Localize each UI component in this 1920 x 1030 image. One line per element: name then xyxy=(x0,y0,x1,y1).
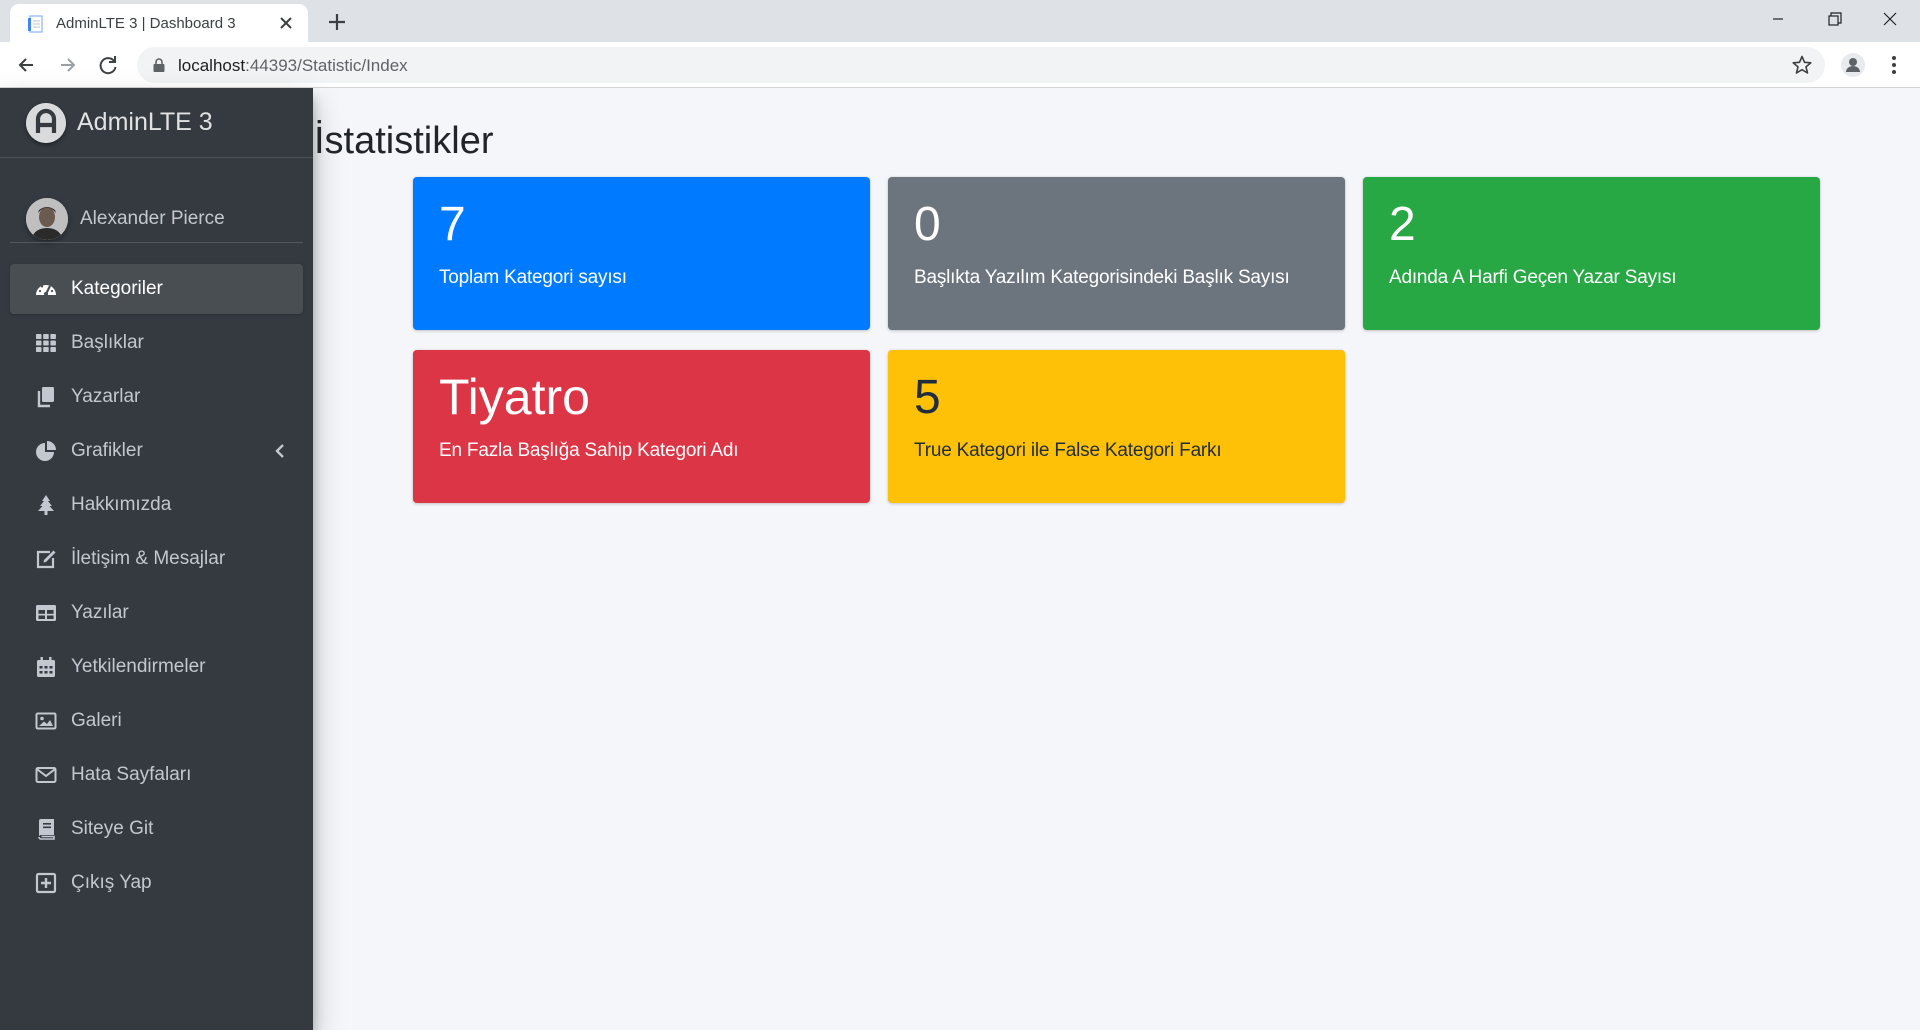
sidebar-item-label: İletişim & Mesajlar xyxy=(71,548,226,569)
sidebar-item-label: Grafikler xyxy=(71,440,143,461)
stat-value: 5 xyxy=(914,371,941,424)
chart-pie-icon xyxy=(36,441,56,461)
stat-card-software-headings: 0 Başlıkta Yazılım Kategorisindeki Başlı… xyxy=(888,177,1345,330)
plus-square-icon xyxy=(35,872,57,894)
browser-tab[interactable]: AdminLTE 3 | Dashboard 3 xyxy=(10,4,308,42)
more-vertical-icon[interactable] xyxy=(1880,51,1908,79)
stat-value: 7 xyxy=(439,198,466,251)
address-bar[interactable]: localhost:44393/Statistic/Index xyxy=(137,47,1825,83)
stat-label: Toplam Kategori sayısı xyxy=(439,267,627,288)
back-arrow-icon[interactable] xyxy=(11,50,41,80)
image-icon xyxy=(35,712,57,730)
envelope-icon xyxy=(35,767,57,783)
copy-icon xyxy=(37,387,54,408)
stat-card-top-category: Tiyatro En Fazla Başlığa Sahip Kategori … xyxy=(413,350,870,503)
sidebar-item-label: Galeri xyxy=(71,710,122,731)
user-avatar[interactable] xyxy=(26,198,68,240)
table-icon xyxy=(36,605,56,621)
sidebar-item-galeri[interactable]: Galeri xyxy=(10,696,303,746)
sidebar-item-label: Siteye Git xyxy=(71,818,154,839)
sidebar-item-label: Başlıklar xyxy=(71,332,144,353)
close-tab-icon[interactable] xyxy=(276,13,296,33)
page-favicon-icon xyxy=(28,15,43,33)
tab-title: AdminLTE 3 | Dashboard 3 xyxy=(56,15,236,32)
window-close-icon[interactable] xyxy=(1862,0,1918,38)
browser-toolbar: localhost:44393/Statistic/Index xyxy=(0,42,1920,88)
stat-label: Adında A Harfi Geçen Yazar Sayısı xyxy=(1389,267,1677,288)
tree-icon xyxy=(38,495,54,515)
sidebar-item-basliklar[interactable]: Başlıklar xyxy=(10,318,303,368)
stat-card-writers-with-a: 2 Adında A Harfi Geçen Yazar Sayısı xyxy=(1363,177,1820,330)
sidebar-item-label: Kategoriler xyxy=(71,278,163,299)
stat-label: Başlıkta Yazılım Kategorisindeki Başlık … xyxy=(914,267,1290,288)
profile-avatar-icon[interactable] xyxy=(1838,50,1868,80)
stat-card-total-categories: 7 Toplam Kategori sayısı xyxy=(413,177,870,330)
stat-label: En Fazla Başlığa Sahip Kategori Adı xyxy=(439,440,739,461)
tachometer-icon xyxy=(36,285,56,296)
stat-value: 0 xyxy=(914,198,941,251)
calendar-icon xyxy=(37,657,55,677)
main-sidebar: AdminLTE 3 Alexander Pierce Kategoriler xyxy=(0,88,313,1030)
adminlte-logo-icon xyxy=(26,103,66,143)
chevron-left-icon[interactable] xyxy=(273,443,287,459)
sidebar-item-kategoriler[interactable]: Kategoriler xyxy=(10,264,303,314)
sidebar-item-hakkimizda[interactable]: Hakkımızda xyxy=(10,480,303,530)
sidebar-item-yazilar[interactable]: Yazılar xyxy=(10,588,303,638)
sidebar-item-siteye-git[interactable]: Siteye Git xyxy=(10,804,303,854)
sidebar-item-label: Yazılar xyxy=(71,602,129,623)
url-path: :44393/Statistic/Index xyxy=(245,56,408,75)
stat-card-true-false-diff: 5 True Kategori ile False Kategori Farkı xyxy=(888,350,1345,503)
sidebar-item-label: Hata Sayfaları xyxy=(71,764,192,785)
sidebar-item-hata-sayfalari[interactable]: Hata Sayfaları xyxy=(10,750,303,800)
edit-icon xyxy=(36,550,56,569)
url-host: localhost xyxy=(178,56,246,75)
new-tab-plus-icon[interactable] xyxy=(324,9,350,35)
url-text[interactable]: localhost:44393/Statistic/Index xyxy=(178,56,408,76)
brand-link[interactable]: AdminLTE 3 xyxy=(0,88,313,158)
forward-arrow-icon[interactable] xyxy=(53,50,83,80)
window-restore-icon[interactable] xyxy=(1806,0,1862,38)
reload-icon[interactable] xyxy=(93,50,123,80)
page-title: İstatistikler xyxy=(314,120,494,162)
window-minimize-icon[interactable] xyxy=(1750,0,1806,38)
browser-tab-bar: AdminLTE 3 | Dashboard 3 xyxy=(0,0,1920,42)
sidebar-item-iletisim[interactable]: İletişim & Mesajlar xyxy=(10,534,303,584)
bookmark-star-icon[interactable] xyxy=(1791,54,1813,76)
sidebar-item-label: Yetkilendirmeler xyxy=(71,656,206,677)
stat-label: True Kategori ile False Kategori Farkı xyxy=(914,440,1222,461)
sidebar-item-yetkilendirmeler[interactable]: Yetkilendirmeler xyxy=(10,642,303,692)
sidebar-item-cikis-yap[interactable]: Çıkış Yap xyxy=(10,858,303,908)
sidebar-item-yazarlar[interactable]: Yazarlar xyxy=(10,372,303,422)
sidebar-item-label: Çıkış Yap xyxy=(71,872,152,893)
stat-value: 2 xyxy=(1389,198,1416,251)
user-panel-divider xyxy=(10,242,303,243)
th-grid-icon xyxy=(36,334,56,352)
book-icon xyxy=(38,819,55,840)
sidebar-item-grafikler[interactable]: Grafikler xyxy=(10,426,303,476)
lock-icon[interactable] xyxy=(152,57,166,73)
sidebar-item-label: Yazarlar xyxy=(71,386,141,407)
user-name-link[interactable]: Alexander Pierce xyxy=(80,208,225,230)
brand-text: AdminLTE 3 xyxy=(77,108,213,136)
sidebar-item-label: Hakkımızda xyxy=(71,494,172,515)
stat-value: Tiyatro xyxy=(439,369,590,425)
